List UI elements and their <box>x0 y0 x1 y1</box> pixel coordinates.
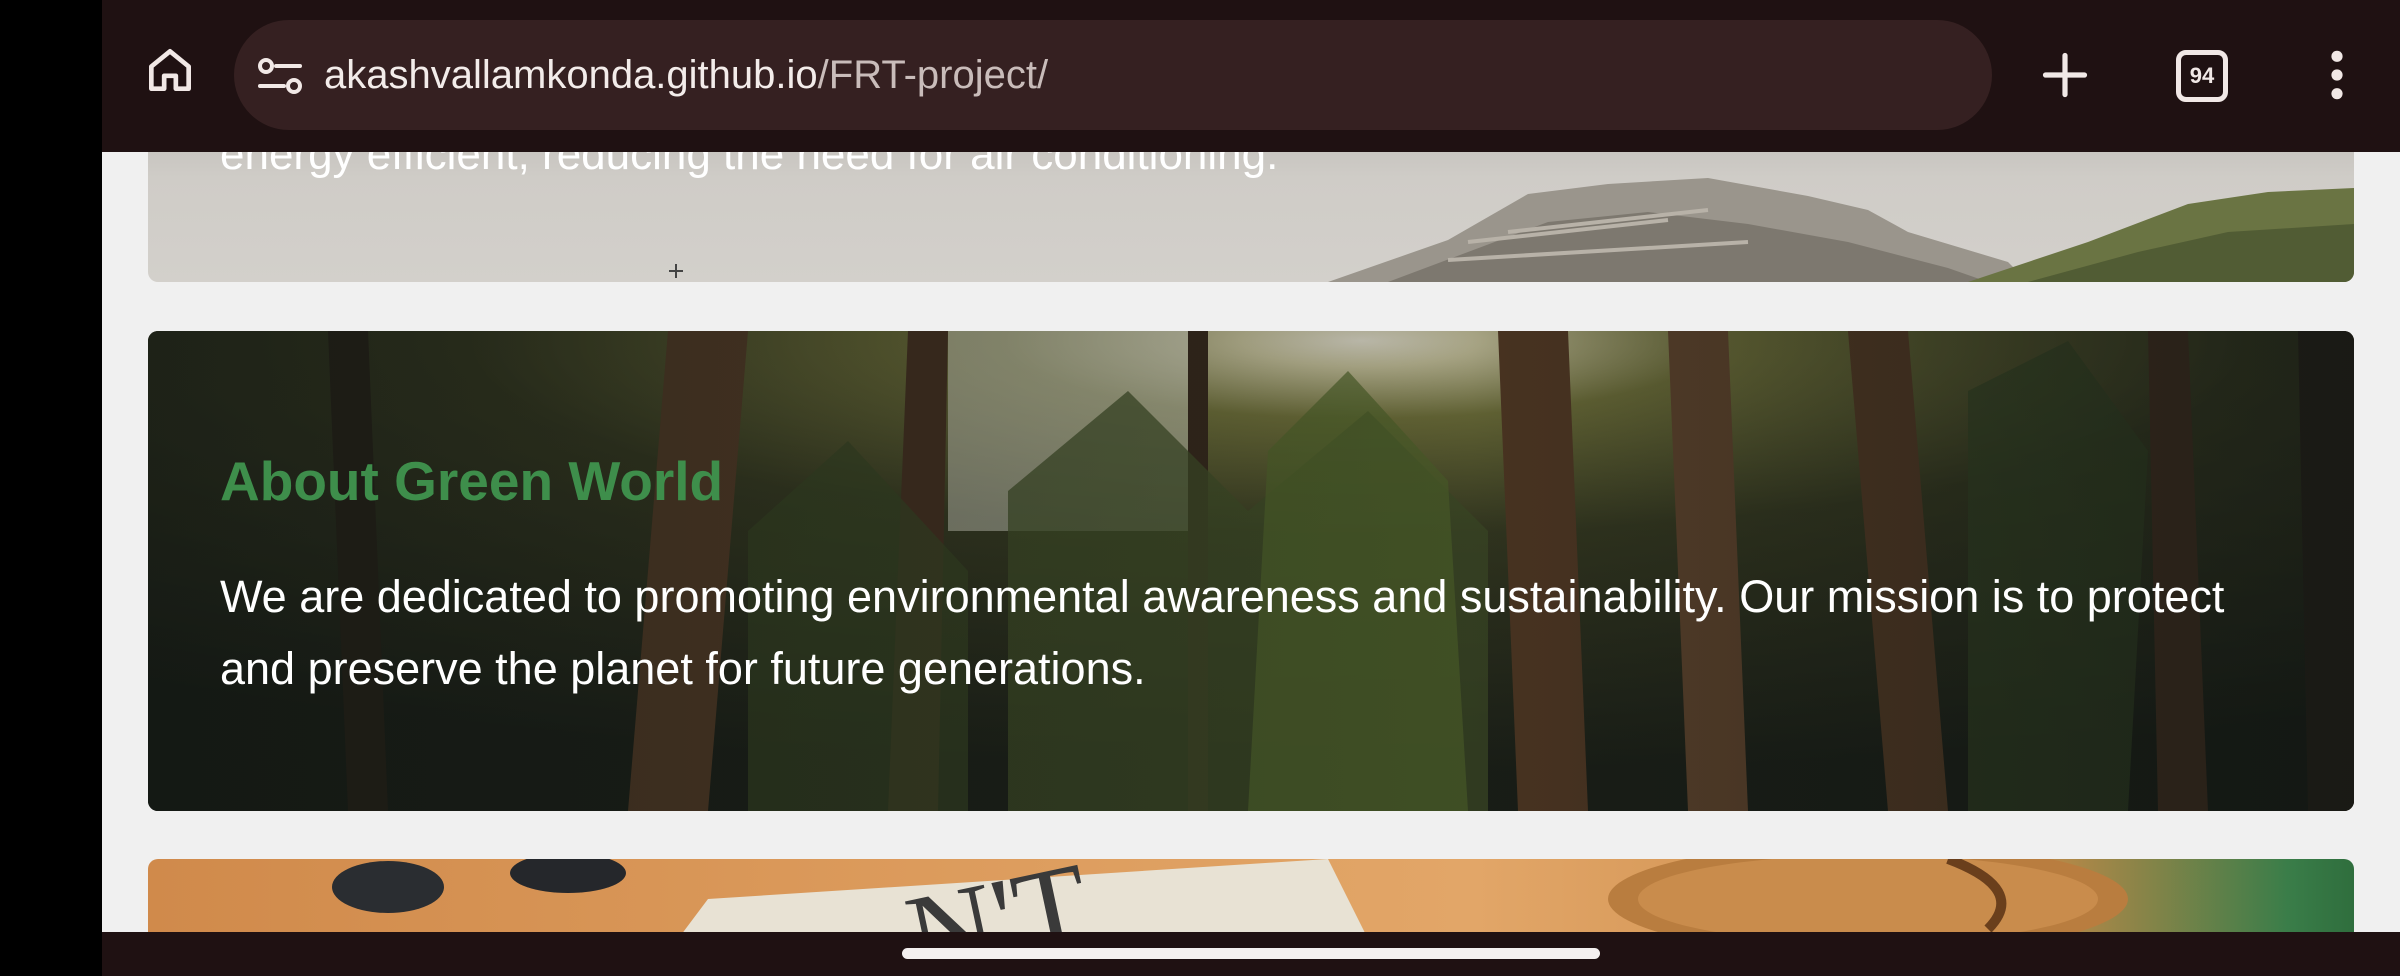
url-host: akashvallamkonda.github.io <box>324 53 818 97</box>
menu-button[interactable] <box>2302 40 2372 110</box>
about-description: We are dedicated to promoting environmen… <box>220 571 2225 694</box>
tab-count-badge: 94 <box>2176 50 2228 102</box>
left-gutter <box>0 0 102 976</box>
wood-table-image: N'T <box>332 859 2128 932</box>
new-tab-button[interactable] <box>2030 40 2100 110</box>
address-bar[interactable]: akashvallamkonda.github.io/FRT-project/ <box>234 20 1992 130</box>
web-page[interactable]: energy efficient, reducing the need for … <box>102 152 2400 932</box>
url-text[interactable]: akashvallamkonda.github.io/FRT-project/ <box>324 20 1048 130</box>
mountain-card-text: energy efficient, reducing the need for … <box>220 152 1279 179</box>
about-title: About Green World <box>220 450 724 512</box>
gesture-handle[interactable] <box>902 948 1600 959</box>
phone-screen: akashvallamkonda.github.io/FRT-project/ … <box>0 0 2400 976</box>
card-print-text: N'T <box>896 859 1101 932</box>
home-button[interactable] <box>138 38 202 102</box>
next-card: N'T <box>148 859 2354 932</box>
plus-icon <box>2042 52 2088 98</box>
tab-switcher-button[interactable]: 94 <box>2170 44 2232 106</box>
home-icon <box>149 49 192 91</box>
site-info-icon[interactable] <box>256 54 304 98</box>
url-path: /FRT-project/ <box>817 53 1049 97</box>
about-card: About Green World We are dedicated to pr… <box>148 331 2354 811</box>
browser-toolbar: akashvallamkonda.github.io/FRT-project/ … <box>102 0 2400 152</box>
mountain-card: energy efficient, reducing the need for … <box>148 152 2354 282</box>
more-vert-icon <box>2331 50 2343 100</box>
system-nav-bar <box>102 932 2400 976</box>
